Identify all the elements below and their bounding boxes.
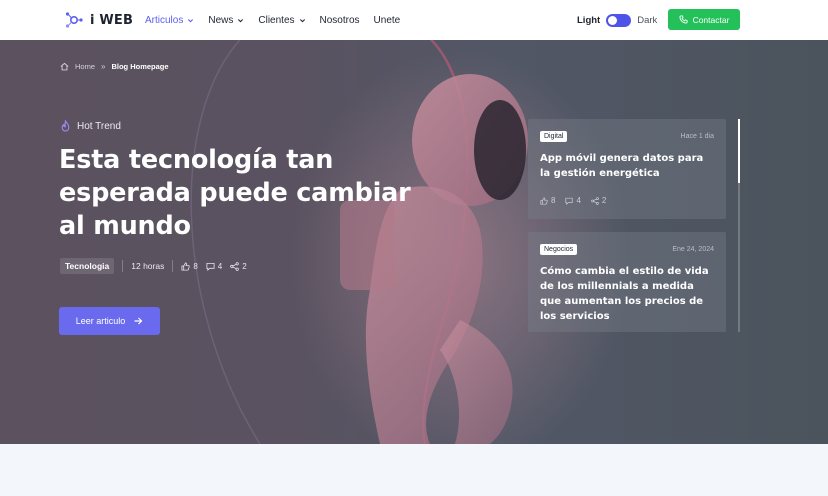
hero-section: Home » Blog Homepage Hot Trend Esta tecn… (0, 40, 828, 444)
thumbs-up-icon (181, 261, 190, 271)
share-icon (230, 261, 240, 271)
share-count-value: 2 (601, 196, 607, 205)
like-count-value: 8 (193, 261, 198, 271)
arrow-right-icon (134, 317, 143, 325)
share-count[interactable]: 2 (230, 261, 247, 271)
post-time: 12 horas (131, 261, 165, 271)
read-article-label: Leer articulo (75, 316, 126, 326)
cards-scrollbar-thumb[interactable] (738, 119, 740, 183)
share-icon (591, 196, 599, 205)
comment-count[interactable]: 4 (565, 196, 581, 205)
hero-meta: Tecnologia 12 horas 8 4 2 (60, 258, 247, 274)
main-menu: Articulos News Clientes Nosotros Unete (145, 0, 400, 40)
card-date: Ene 24, 2024 (672, 246, 714, 253)
article-card[interactable]: Digital Hace 1 dia App móvil genera dato… (528, 119, 726, 219)
card-category[interactable]: Negocios (540, 244, 578, 255)
toggle-knob (608, 15, 618, 25)
navbar: i WEB Articulos News Clientes Nosotros U… (0, 0, 828, 40)
menu-item-news[interactable]: News (208, 15, 244, 26)
menu-item-clientes[interactable]: Clientes (258, 15, 305, 26)
card-stats: 8 4 2 (540, 196, 606, 205)
menu-item-label: Articulos (145, 14, 184, 26)
menu-item-label: Nosotros (319, 14, 360, 26)
card-category[interactable]: Digital (540, 131, 568, 142)
menu-item-label: Clientes (258, 14, 295, 26)
logo-icon (65, 12, 83, 28)
comment-count[interactable]: 4 (206, 262, 222, 271)
comment-icon (565, 197, 574, 205)
card-title[interactable]: Cómo cambia el estilo de vida de los mil… (540, 264, 714, 324)
theme-dark-label: Dark (637, 14, 658, 26)
hot-trend-label: Hot Trend (77, 120, 121, 132)
card-header: Digital Hace 1 dia (540, 131, 714, 142)
card-title[interactable]: App móvil genera datos para la gestión e… (540, 151, 714, 181)
content-area (0, 444, 828, 496)
thumbs-up-icon (540, 196, 548, 205)
flame-icon (61, 120, 70, 132)
category-tag[interactable]: Tecnologia (60, 258, 115, 274)
comment-count-value: 4 (217, 261, 223, 271)
like-count[interactable]: 8 (540, 196, 555, 205)
article-card[interactable]: Negocios Ene 24, 2024 Cómo cambia el est… (528, 232, 726, 332)
menu-item-nosotros[interactable]: Nosotros (320, 15, 360, 26)
chevron-down-icon (238, 18, 244, 22)
share-count-value: 2 (242, 261, 247, 271)
menu-item-unete[interactable]: Unete (374, 15, 401, 26)
brand-logo[interactable]: i WEB (64, 10, 133, 30)
phone-icon (679, 15, 688, 24)
comment-count-value: 4 (576, 196, 581, 205)
home-icon (60, 62, 69, 71)
menu-item-label: Unete (373, 14, 401, 26)
breadcrumb: Home » Blog Homepage (60, 62, 169, 71)
contact-label: Contactar (692, 14, 730, 25)
theme-toggle[interactable] (606, 13, 632, 27)
contact-button[interactable]: Contactar (668, 9, 740, 30)
chevron-down-icon (188, 18, 194, 22)
like-count-value: 8 (551, 196, 556, 205)
breadcrumb-current: Blog Homepage (111, 62, 169, 71)
brand-name: i WEB (90, 12, 134, 28)
theme-switcher: Light Dark (577, 0, 657, 40)
card-date: Hace 1 dia (680, 133, 714, 140)
card-header: Negocios Ene 24, 2024 (540, 244, 714, 255)
divider (172, 260, 174, 272)
breadcrumb-separator: » (101, 62, 106, 71)
featured-cards: Digital Hace 1 dia App móvil genera dato… (528, 119, 726, 332)
read-article-button[interactable]: Leer articulo (59, 307, 160, 335)
menu-item-articulos[interactable]: Articulos (145, 15, 194, 26)
hero-title: Esta tecnología tan esperada puede cambi… (59, 145, 411, 241)
hot-trend: Hot Trend (60, 120, 121, 132)
comment-icon (206, 262, 215, 271)
breadcrumb-home[interactable]: Home (75, 62, 95, 71)
share-count[interactable]: 2 (591, 196, 606, 205)
chevron-down-icon (299, 18, 305, 22)
menu-item-label: News (208, 14, 234, 26)
like-count[interactable]: 8 (181, 261, 198, 271)
theme-light-label: Light (577, 14, 601, 26)
divider (122, 260, 124, 272)
